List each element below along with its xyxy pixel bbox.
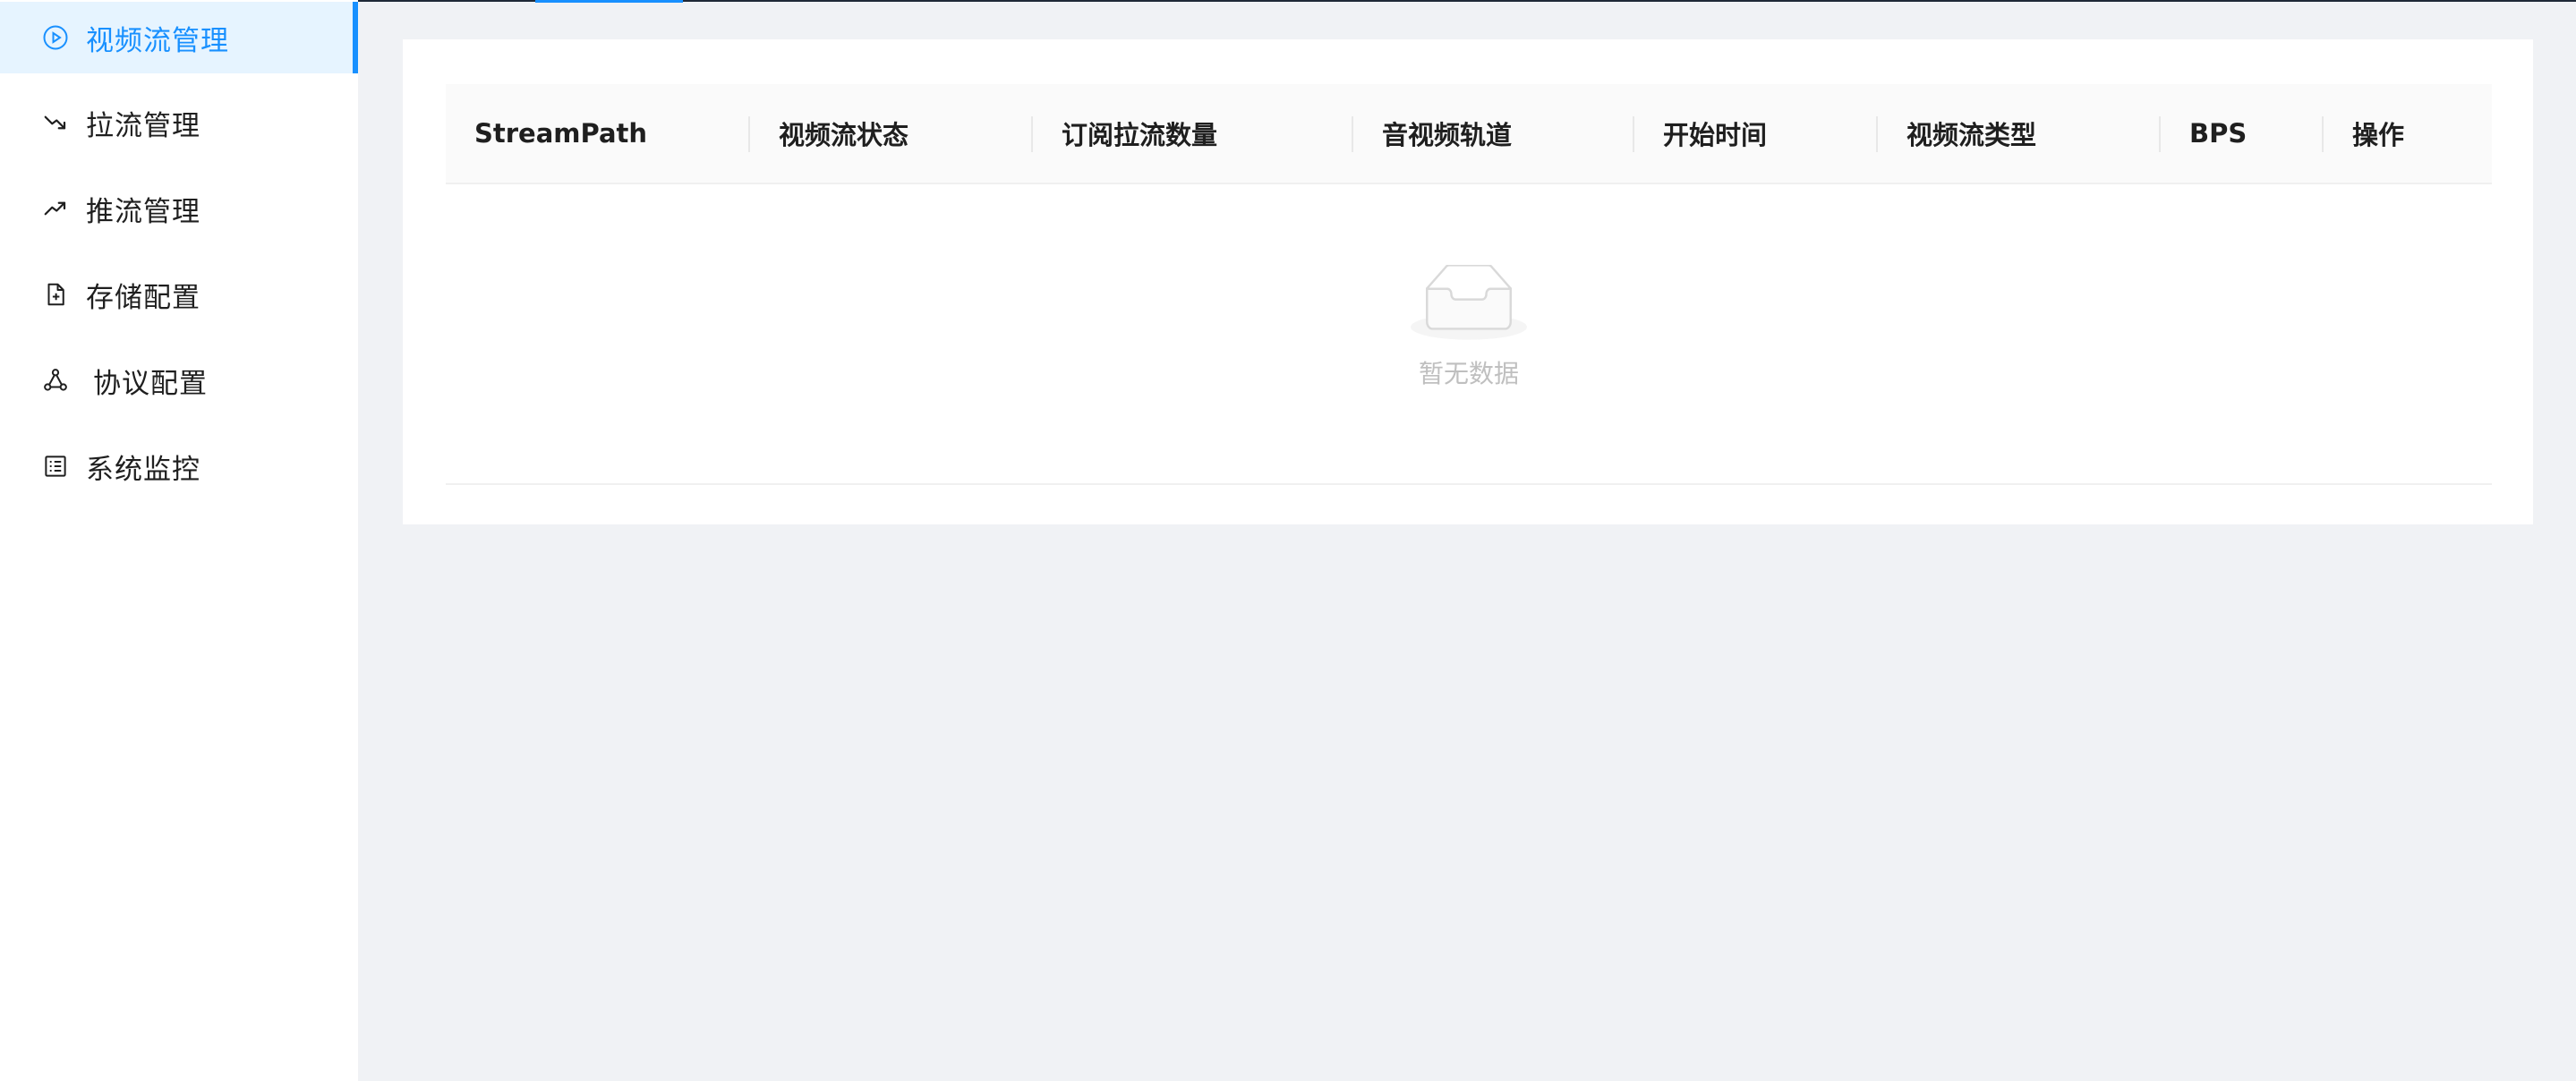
nodes-icon	[39, 364, 72, 396]
sidebar-item-label: 推流管理	[86, 195, 200, 228]
sidebar-item-label: 系统监控	[86, 453, 200, 486]
active-tab-indicator	[535, 0, 683, 3]
sidebar-item-label: 协议配置	[93, 367, 208, 400]
sidebar-item-label: 存储配置	[86, 281, 200, 314]
sidebar-item-system-monitor[interactable]: 系统监控	[0, 430, 358, 502]
sidebar-item-push-management[interactable]: 推流管理	[0, 173, 358, 244]
trend-down-icon	[39, 106, 72, 139]
table-header: StreamPath 视频流状态 订阅拉流数量 音视频轨道 开始时间 视频流类型…	[446, 84, 2492, 184]
sidebar: 视频流管理 拉流管理 推流管理 存储配置 协议配置 系统监控	[0, 0, 358, 1081]
column-header-stream-status[interactable]: 视频流状态	[750, 84, 1033, 183]
stream-table: StreamPath 视频流状态 订阅拉流数量 音视频轨道 开始时间 视频流类型…	[446, 84, 2492, 485]
empty-state: 暂无数据	[446, 264, 2492, 390]
file-add-icon	[39, 278, 72, 311]
column-header-bps[interactable]: BPS	[2161, 84, 2324, 183]
column-header-start-time[interactable]: 开始时间	[1634, 84, 1878, 183]
content-card: StreamPath 视频流状态 订阅拉流数量 音视频轨道 开始时间 视频流类型…	[403, 39, 2533, 524]
column-header-tracks[interactable]: 音视频轨道	[1353, 84, 1634, 183]
column-header-streampath[interactable]: StreamPath	[446, 84, 750, 183]
list-icon	[39, 450, 72, 482]
play-circle-icon	[39, 21, 72, 54]
sidebar-item-label: 拉流管理	[86, 109, 200, 142]
empty-text: 暂无数据	[1418, 359, 1519, 388]
column-header-actions[interactable]: 操作	[2324, 84, 2492, 183]
table-body: 暂无数据	[446, 184, 2492, 485]
app-root: 视频流管理 拉流管理 推流管理 存储配置 协议配置 系统监控 StreamPat…	[0, 0, 2576, 1081]
sidebar-item-label: 视频流管理	[86, 24, 229, 57]
sidebar-item-stream-management[interactable]: 视频流管理	[0, 2, 358, 73]
empty-inbox-icon	[1411, 264, 1527, 344]
top-border	[358, 0, 2576, 2]
column-header-stream-type[interactable]: 视频流类型	[1878, 84, 2161, 183]
column-header-subscriber-count[interactable]: 订阅拉流数量	[1033, 84, 1353, 183]
trend-up-icon	[39, 192, 72, 225]
sidebar-item-storage-config[interactable]: 存储配置	[0, 259, 358, 330]
sidebar-item-protocol-config[interactable]: 协议配置	[0, 345, 358, 416]
sidebar-item-pull-management[interactable]: 拉流管理	[0, 87, 358, 158]
